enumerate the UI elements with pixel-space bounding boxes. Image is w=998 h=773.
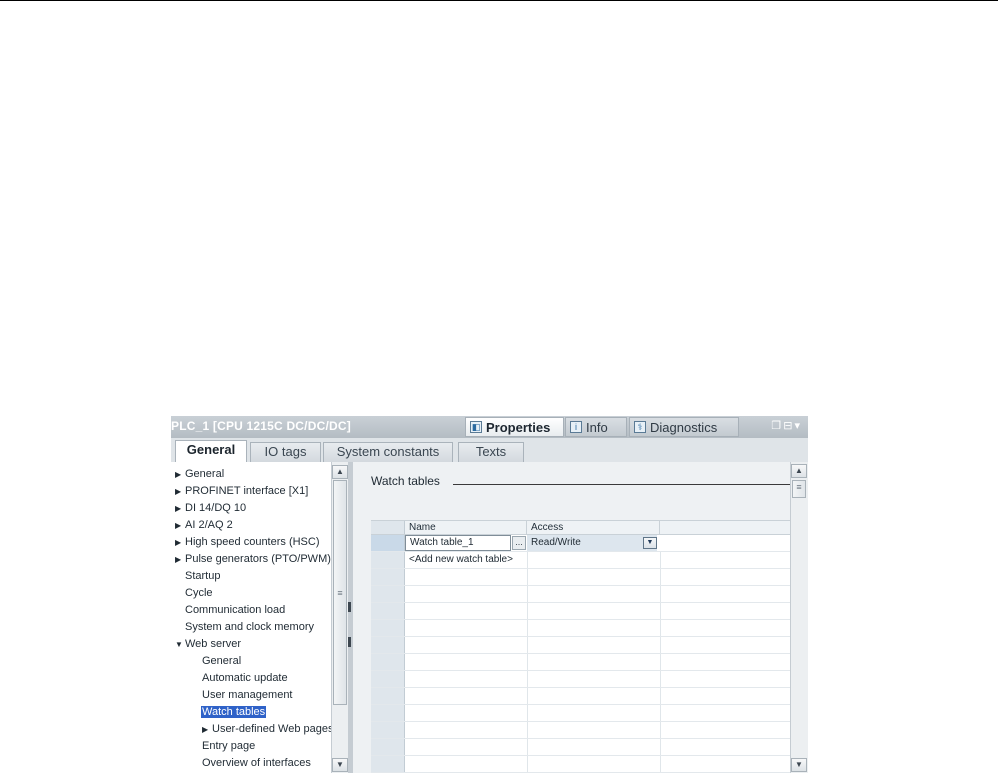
tree-item-entry-page[interactable]: Entry page [202,739,255,754]
section-divider [453,484,790,485]
maximize-icon[interactable]: ⊟ [783,420,794,432]
tree-scrollbar-thumb[interactable]: ≡ [333,480,347,705]
expand-arrow-icon[interactable]: ▶ [175,484,185,499]
header-corner [371,521,405,534]
device-title: PLC_1 [CPU 1215C DC/DC/DC] [171,419,351,433]
tab-general[interactable]: General [175,440,247,462]
expand-arrow-icon[interactable]: ▶ [175,535,185,550]
tabs-row: General IO tags System constants Texts [171,438,808,462]
watch-table-name-field[interactable]: Watch table_1 [405,535,511,551]
empty-row [371,705,790,722]
tab-properties[interactable]: ◧ Properties [465,417,564,437]
properties-icon: ◧ [470,421,482,433]
chevron-down-icon[interactable]: ▾ [794,420,802,432]
tree-item-cycle[interactable]: Cycle [175,586,213,601]
title-bar: PLC_1 [CPU 1215C DC/DC/DC] ◧ Properties … [171,416,808,438]
watch-tables-grid: Name Access Watch table_1 ... Read/Write… [371,520,790,773]
row-selector[interactable] [371,535,405,551]
tab-info[interactable]: i Info [565,417,627,437]
navigation-tree: ▶ General ▶ PROFINET interface [X1] ▶ DI 14… [171,462,333,773]
expand-arrow-icon[interactable]: ▶ [202,722,212,737]
column-header-access[interactable]: Access [527,521,660,534]
empty-row [371,654,790,671]
tree-item-watch-tables[interactable]: Watch tables [201,705,267,720]
tree-item-di-dq[interactable]: ▶ DI 14/DQ 10 [175,501,246,516]
tree-item-communication-load[interactable]: Communication load [175,603,285,618]
tree-item-web-general[interactable]: General [202,654,241,669]
info-icon: i [570,421,582,433]
empty-row [371,722,790,739]
top-rule [0,0,998,1]
tab-diagnostics[interactable]: ⚕ Diagnostics [629,417,739,437]
tree-item-profinet-interface[interactable]: ▶ PROFINET interface [X1] [175,484,308,499]
tree-item-hsc[interactable]: ▶ High speed counters (HSC) [175,535,320,550]
tree-item-system-clock-memory[interactable]: System and clock memory [175,620,314,635]
section-title: Watch tables [371,474,440,488]
splitter-grip [348,602,351,612]
empty-row [371,637,790,654]
add-new-watch-table[interactable]: <Add new watch table> [405,552,655,568]
empty-row [371,603,790,620]
tree-item-ai-aq[interactable]: ▶ AI 2/AQ 2 [175,518,233,533]
tree-item-automatic-update[interactable]: Automatic update [202,671,288,686]
content-scrollbar-thumb[interactable]: ≡ [792,480,806,498]
tree-item-overview-interfaces[interactable]: Overview of interfaces [202,756,311,771]
tab-system-constants[interactable]: System constants [323,442,453,462]
window-controls[interactable]: ❐⊟▾ [771,419,802,432]
grid-header: Name Access [371,521,790,535]
empty-row [371,671,790,688]
empty-row [371,756,790,773]
diagnostics-icon: ⚕ [634,421,646,433]
empty-row [371,620,790,637]
tree-item-pulse-generators[interactable]: ▶ Pulse generators (PTO/PWM) [175,552,331,567]
empty-row [371,688,790,705]
column-header-name[interactable]: Name [405,521,527,534]
content-area: Watch tables Name Access Watch table_1 .… [353,462,790,773]
tree-item-user-management[interactable]: User management [202,688,293,703]
more-options-button[interactable]: ... [512,536,526,550]
access-select[interactable]: Read/Write [527,535,657,551]
restore-icon[interactable]: ❐ [771,420,783,432]
inspector-panel: PLC_1 [CPU 1215C DC/DC/DC] ◧ Properties … [171,416,808,773]
splitter-grip [348,637,351,647]
expand-arrow-icon[interactable]: ▶ [175,501,185,516]
empty-row [371,569,790,586]
scroll-up-icon[interactable]: ▲ [791,464,807,478]
dropdown-arrow-icon[interactable]: ▼ [643,537,657,549]
collapse-arrow-icon[interactable]: ▼ [175,637,185,652]
table-row[interactable]: Watch table_1 ... Read/Write ▼ [371,535,790,552]
content-scrollbar[interactable]: ▲ ≡ ▼ [790,462,808,773]
add-row[interactable]: <Add new watch table> [371,552,790,569]
expand-arrow-icon[interactable]: ▶ [175,518,185,533]
scroll-down-icon[interactable]: ▼ [791,758,807,772]
tab-io-tags[interactable]: IO tags [250,442,321,462]
empty-row [371,586,790,603]
tree-item-startup[interactable]: Startup [175,569,220,584]
tree-item-user-defined-pages[interactable]: ▶ User-defined Web pages [202,722,333,737]
empty-row [371,739,790,756]
expand-arrow-icon[interactable]: ▶ [175,467,185,482]
scroll-down-icon[interactable]: ▼ [332,758,348,772]
tab-texts[interactable]: Texts [458,442,524,462]
tree-item-general[interactable]: ▶ General [175,467,224,482]
scroll-up-icon[interactable]: ▲ [332,465,348,479]
tree-item-web-server[interactable]: ▼ Web server [175,637,241,652]
expand-arrow-icon[interactable]: ▶ [175,552,185,567]
tree-scrollbar[interactable]: ▲ ≡ ▼ [331,462,349,773]
